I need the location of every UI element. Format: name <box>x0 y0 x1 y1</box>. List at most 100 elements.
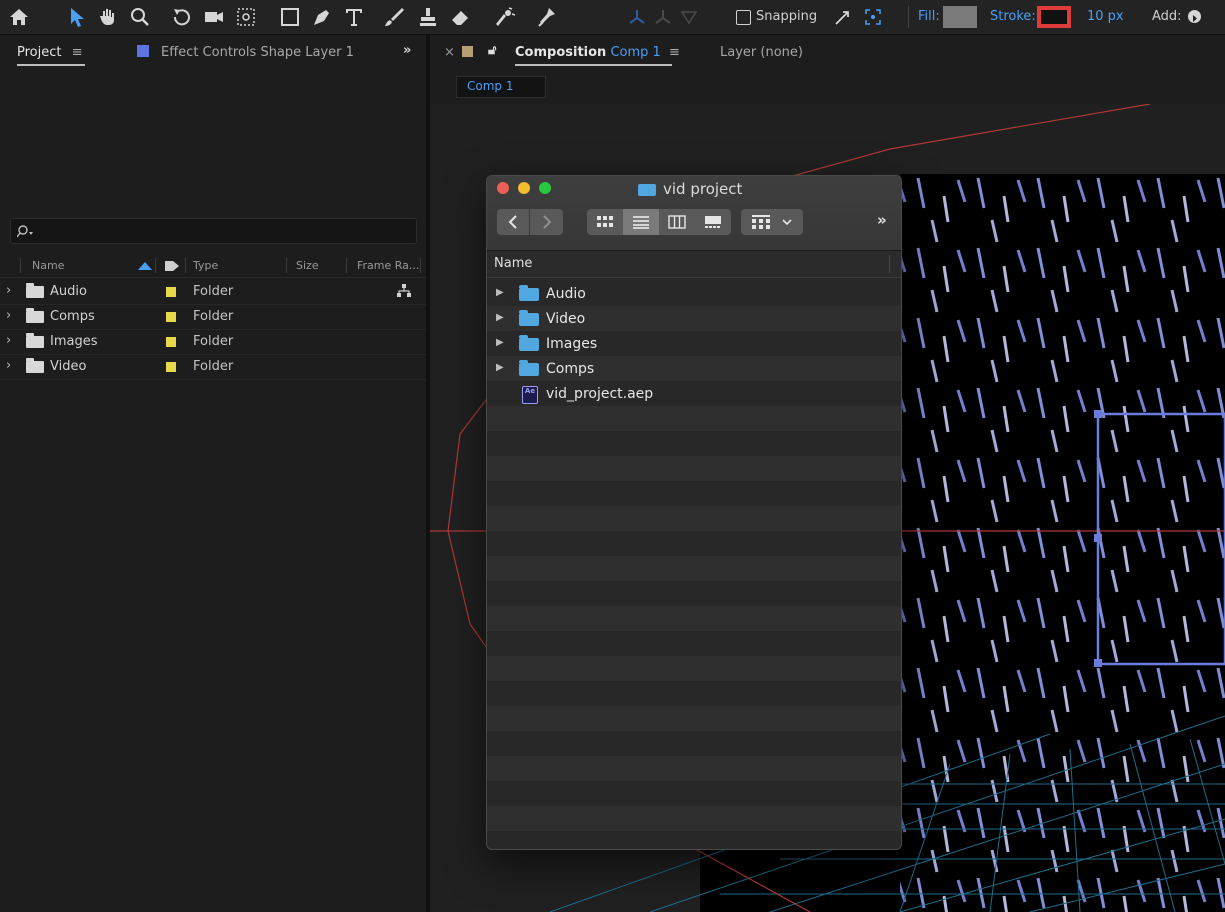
stroke-swatch[interactable] <box>1037 6 1071 28</box>
folder-icon <box>519 310 539 326</box>
label-color-swatch[interactable] <box>166 362 176 372</box>
finder-titlebar[interactable]: vid project » <box>487 176 901 251</box>
active-tab-underline <box>17 64 85 66</box>
lock-icon[interactable]: 🔓︎ <box>488 43 496 58</box>
chevron-right-icon[interactable]: › <box>6 308 11 323</box>
column-view-button[interactable] <box>659 209 695 235</box>
file-name: vid_project.aep <box>546 386 654 402</box>
comp-label-color <box>462 46 473 57</box>
column-type[interactable]: Type <box>193 259 218 272</box>
project-item-images[interactable]: › Images Folder <box>0 330 426 355</box>
group-by-button[interactable] <box>741 209 803 235</box>
empty-row <box>487 706 901 731</box>
flowchart-icon[interactable] <box>397 284 411 298</box>
project-search-input[interactable] <box>10 218 417 244</box>
chevron-right-icon[interactable]: › <box>6 333 11 348</box>
panel-overflow-icon[interactable]: » <box>403 43 411 58</box>
puppet-tool-icon[interactable] <box>532 4 560 30</box>
view-mode-control <box>587 209 731 235</box>
finder-title: vid project <box>663 180 743 198</box>
column-name[interactable]: Name <box>32 259 64 272</box>
effect-controls-label-color <box>137 45 149 57</box>
snapping-checkbox[interactable] <box>734 4 752 30</box>
minimize-window-button[interactable] <box>518 182 530 194</box>
list-view-button[interactable] <box>623 209 659 235</box>
finder-row-aep[interactable]: Ae vid_project.aep <box>487 381 901 406</box>
add-menu-icon[interactable] <box>1188 10 1201 23</box>
eraser-tool-icon[interactable] <box>446 4 474 30</box>
chevron-down-icon <box>782 219 792 226</box>
back-forward-control <box>497 209 563 235</box>
finder-row-audio[interactable]: ▶ Audio <box>487 281 901 306</box>
tab-composition[interactable]: Composition Comp 1 ≡ <box>515 45 680 60</box>
gallery-view-button[interactable] <box>695 209 731 235</box>
disclosure-triangle-icon[interactable]: ▶ <box>496 337 504 348</box>
item-type: Folder <box>193 309 234 324</box>
project-column-header: Name Type Size Frame Ra... <box>0 255 426 278</box>
zoom-tool-icon[interactable] <box>126 4 154 30</box>
snapping-target-icon[interactable] <box>862 4 884 30</box>
fill-label: Fill: <box>918 9 940 24</box>
type-tool-icon[interactable] <box>340 4 368 30</box>
stroke-width-value[interactable]: 10 px <box>1087 9 1124 24</box>
label-color-swatch[interactable] <box>166 337 176 347</box>
project-item-video[interactable]: › Video Folder <box>0 355 426 380</box>
folder-icon <box>638 184 656 196</box>
clone-stamp-tool-icon[interactable] <box>414 4 442 30</box>
close-window-button[interactable] <box>497 182 509 194</box>
comp-navigator-label: Comp 1 <box>467 79 514 93</box>
snapping-options-icon[interactable] <box>832 4 854 30</box>
forward-button[interactable] <box>530 209 563 235</box>
chevron-right-icon[interactable]: › <box>6 283 11 298</box>
chevron-right-icon[interactable]: › <box>6 358 11 373</box>
tab-effect-controls[interactable]: Effect Controls Shape Layer 1 <box>161 45 354 60</box>
project-item-audio[interactable]: › Audio Folder <box>0 280 426 305</box>
label-color-swatch[interactable] <box>166 287 176 297</box>
empty-row <box>487 606 901 631</box>
hand-tool-icon[interactable] <box>94 4 122 30</box>
icon-view-button[interactable] <box>587 209 623 235</box>
comp-navigator-tab[interactable]: Comp 1 <box>456 76 546 98</box>
brush-tool-icon[interactable] <box>380 4 408 30</box>
back-button[interactable] <box>497 209 529 235</box>
column-frame-rate[interactable]: Frame Ra... <box>357 259 419 272</box>
label-color-swatch[interactable] <box>166 312 176 322</box>
tab-project[interactable]: Project ≡ <box>17 45 83 60</box>
rectangle-tool-icon[interactable] <box>276 4 304 30</box>
snapping-label: Snapping <box>756 9 818 24</box>
project-item-comps[interactable]: › Comps Folder <box>0 305 426 330</box>
item-name: Audio <box>50 284 87 299</box>
selection-tool-icon[interactable] <box>62 4 92 30</box>
column-size[interactable]: Size <box>296 259 319 272</box>
icon-view-icon <box>597 216 613 227</box>
zoom-window-button[interactable] <box>539 182 551 194</box>
folder-icon <box>26 358 44 373</box>
camera-tool-icon[interactable] <box>200 4 228 30</box>
disclosure-triangle-icon[interactable]: ▶ <box>496 287 504 298</box>
finder-row-video[interactable]: ▶ Video <box>487 306 901 331</box>
panel-menu-icon[interactable]: ≡ <box>669 45 680 60</box>
folder-icon <box>519 335 539 351</box>
disclosure-triangle-icon[interactable]: ▶ <box>496 362 504 373</box>
composition-name: Comp 1 <box>610 45 661 60</box>
local-axis-icon <box>626 4 648 30</box>
fill-swatch[interactable] <box>943 6 977 28</box>
close-tab-icon[interactable]: × <box>444 45 455 60</box>
pan-behind-tool-icon[interactable] <box>232 4 260 30</box>
column-name[interactable]: Name <box>494 256 532 271</box>
tab-layer[interactable]: Layer (none) <box>720 45 803 60</box>
finder-row-comps[interactable]: ▶ Comps <box>487 356 901 381</box>
label-tag-icon[interactable] <box>164 260 180 272</box>
empty-row <box>487 656 901 681</box>
roto-brush-tool-icon[interactable] <box>490 4 518 30</box>
disclosure-triangle-icon[interactable]: ▶ <box>496 312 504 323</box>
toolbar-divider <box>908 6 909 28</box>
finder-row-images[interactable]: ▶ Images <box>487 331 901 356</box>
home-icon[interactable] <box>2 4 36 30</box>
item-type: Folder <box>193 359 234 374</box>
toolbar-overflow-icon[interactable]: » <box>877 211 887 229</box>
sort-ascending-icon[interactable] <box>138 262 152 270</box>
panel-menu-icon[interactable]: ≡ <box>72 45 83 60</box>
pen-tool-icon[interactable] <box>308 4 336 30</box>
rotate-tool-icon[interactable] <box>168 4 196 30</box>
